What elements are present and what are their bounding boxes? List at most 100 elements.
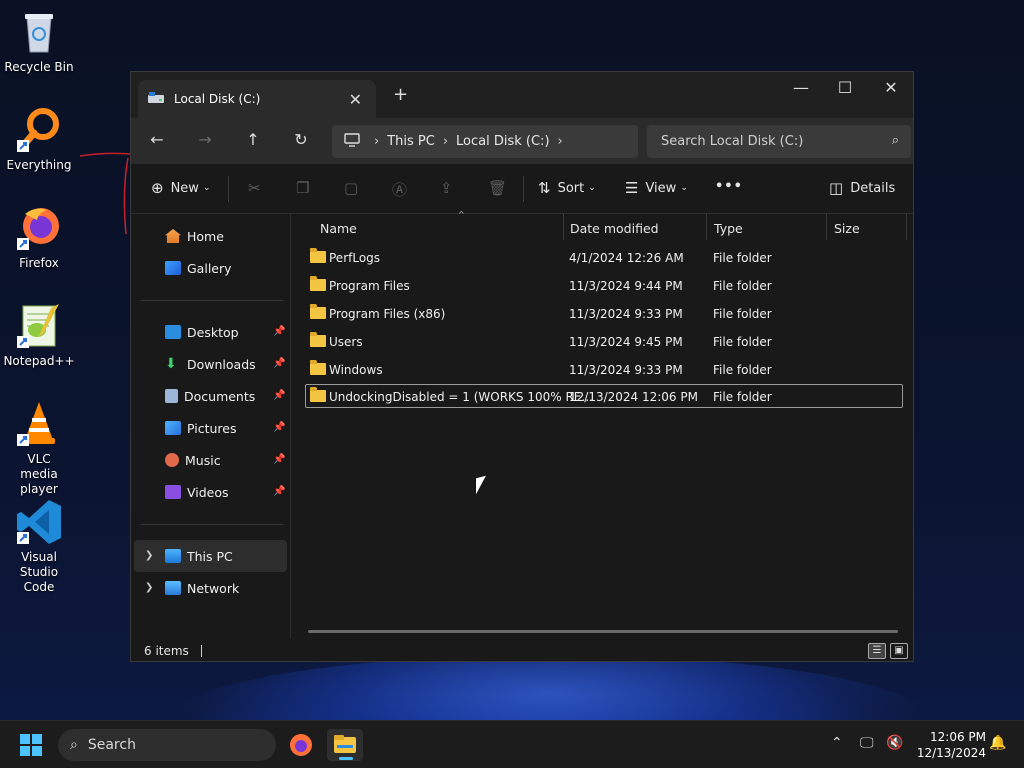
close-window-icon[interactable]: ✕ <box>868 78 914 97</box>
nav-item-videos[interactable]: Videos <box>165 480 229 504</box>
new-tab-button[interactable]: + <box>393 84 408 105</box>
taskbar-search-label: Search <box>87 737 136 753</box>
nav-label: Home <box>187 228 224 244</box>
share-button[interactable]: ⇪ <box>440 179 460 197</box>
column-divider[interactable] <box>906 214 907 240</box>
paste-button[interactable]: ▢ <box>344 179 365 197</box>
cut-button[interactable]: ✂ <box>248 179 268 197</box>
details-view-icon[interactable]: ☰ <box>868 643 886 659</box>
breadcrumb-local-disk[interactable]: Local Disk (C:) <box>456 134 549 149</box>
table-row-focused[interactable]: UndockingDisabled = 1 (WORKS 100% RE... … <box>305 384 903 408</box>
view-button[interactable]: ☰ View ⌄ <box>625 179 688 197</box>
back-arrow-icon[interactable]: ← <box>145 130 169 154</box>
nav-item-desktop[interactable]: Desktop <box>165 320 239 344</box>
share-icon: ⇪ <box>440 179 453 197</box>
file-type: File folder <box>713 335 772 349</box>
horizontal-scrollbar[interactable] <box>308 630 898 633</box>
nav-item-home[interactable]: Home <box>165 224 224 248</box>
table-row[interactable]: PerfLogs 4/1/2024 12:26 AM File folder <box>306 246 904 270</box>
volume-muted-icon[interactable]: 🔇 <box>886 735 903 751</box>
file-name: Windows <box>329 363 383 377</box>
sort-ascending-icon: ^ <box>458 210 465 219</box>
pin-icon[interactable]: 📌 <box>273 422 285 433</box>
column-header-size[interactable]: Size <box>826 214 906 242</box>
tab-local-disk[interactable]: Local Disk (C:) ✕ <box>138 80 376 118</box>
chevron-down-icon: ⌄ <box>680 183 688 193</box>
chevron-right-icon[interactable]: ❯ <box>145 550 153 561</box>
new-label: New <box>170 180 199 196</box>
file-type: File folder <box>713 279 772 293</box>
desktop-icon-notepadpp[interactable]: Notepad++ <box>0 302 78 369</box>
delete-button[interactable]: 🗑 <box>488 179 514 197</box>
show-hidden-icons-chevron-up-icon[interactable]: ⌃ <box>831 735 843 751</box>
column-header-type[interactable]: Type <box>706 214 826 242</box>
up-arrow-icon[interactable]: ↑ <box>241 130 265 154</box>
column-label: Type <box>714 220 743 236</box>
nav-item-gallery[interactable]: Gallery <box>165 256 232 280</box>
pin-icon[interactable]: 📌 <box>273 454 285 465</box>
nav-label: Documents <box>184 388 256 404</box>
minimize-icon[interactable]: — <box>778 78 824 97</box>
address-bar[interactable]: › This PC › Local Disk (C:) › <box>332 125 638 158</box>
pin-icon[interactable]: 📌 <box>273 390 285 401</box>
breadcrumb-this-pc[interactable]: This PC <box>387 134 435 149</box>
tiles-view-icon[interactable]: ▣ <box>890 643 908 659</box>
taskbar-file-explorer[interactable] <box>327 729 363 761</box>
nav-item-music[interactable]: Music <box>165 448 221 472</box>
status-bar: 6 items ☰ ▣ <box>131 639 913 663</box>
desktop-icon-recycle-bin[interactable]: Recycle Bin <box>0 8 78 75</box>
column-header-name[interactable]: ^ Name <box>312 210 564 242</box>
search-box[interactable]: Search Local Disk (C:) ⌕ <box>647 125 911 158</box>
maximize-icon[interactable]: ☐ <box>822 78 868 97</box>
chevron-right-icon[interactable]: › <box>558 134 563 149</box>
pictures-icon <box>165 421 181 435</box>
desktop-folder-icon <box>165 325 181 339</box>
desktop-icon-vlc[interactable]: VLC media player <box>0 400 78 497</box>
refresh-icon[interactable]: ↻ <box>289 130 313 154</box>
nav-item-pictures[interactable]: Pictures <box>165 416 237 440</box>
table-row[interactable]: Windows 11/3/2024 9:33 PM File folder <box>306 358 904 382</box>
search-input[interactable]: Search Local Disk (C:) <box>661 134 803 149</box>
download-arrow-icon: ⬇ <box>165 356 177 372</box>
pin-icon[interactable]: 📌 <box>273 486 285 497</box>
table-row[interactable]: Program Files 11/3/2024 9:44 PM File fol… <box>306 274 904 298</box>
network-icon <box>165 581 181 595</box>
more-options-button[interactable]: ••• <box>715 179 743 194</box>
nav-item-documents[interactable]: Documents <box>165 384 255 408</box>
clock-time: 12:06 PM <box>930 730 986 744</box>
nav-item-network[interactable]: Network <box>165 576 239 600</box>
trash-icon: 🗑 <box>488 179 508 197</box>
copy-icon: ❐ <box>296 179 310 197</box>
taskbar-firefox[interactable] <box>283 729 319 761</box>
chevron-right-icon[interactable]: ❯ <box>145 582 153 593</box>
mouse-cursor-icon <box>476 475 486 495</box>
sort-button[interactable]: ⇅ Sort ⌄ <box>538 179 596 197</box>
new-button[interactable]: ⊕ New ⌄ <box>151 179 210 197</box>
pin-icon[interactable]: 📌 <box>273 326 285 337</box>
nav-item-this-pc[interactable]: This PC <box>165 544 233 568</box>
close-tab-icon[interactable]: ✕ <box>349 90 362 109</box>
copy-button[interactable]: ❐ <box>296 179 316 197</box>
table-row[interactable]: Program Files (x86) 11/3/2024 9:33 PM Fi… <box>306 302 904 326</box>
nav-label: Music <box>185 452 221 468</box>
table-row[interactable]: Users 11/3/2024 9:45 PM File folder <box>306 330 904 354</box>
windows-start-icon[interactable] <box>20 734 42 756</box>
desktop-icon-vscode[interactable]: Visual Studio Code <box>0 498 78 595</box>
chevron-right-icon[interactable]: › <box>443 134 448 149</box>
taskbar-search[interactable]: ⌕ Search <box>58 729 276 761</box>
chevron-right-icon[interactable]: › <box>374 134 379 149</box>
rename-button[interactable]: Ⓐ <box>392 179 414 200</box>
desktop-icon-firefox[interactable]: Firefox <box>0 204 78 271</box>
forward-arrow-icon[interactable]: → <box>193 130 217 154</box>
desktop-icon-label: Everything <box>6 158 72 172</box>
details-button[interactable]: ◫ Details <box>829 179 895 197</box>
system-clock[interactable]: 12:06 PM 12/13/2024 <box>916 729 986 761</box>
notification-bell-icon[interactable]: 🔔 <box>989 735 1006 751</box>
network-monitor-icon[interactable]: 🖵 <box>860 735 874 751</box>
column-header-date[interactable]: Date modified <box>562 214 706 242</box>
nav-item-downloads[interactable]: ⬇ Downloads <box>165 352 256 376</box>
pin-icon[interactable]: 📌 <box>273 358 285 369</box>
desktop-icon-everything[interactable]: Everything <box>0 106 78 173</box>
red-annotation-stroke <box>79 152 131 235</box>
file-date: 11/3/2024 9:44 PM <box>569 279 683 293</box>
